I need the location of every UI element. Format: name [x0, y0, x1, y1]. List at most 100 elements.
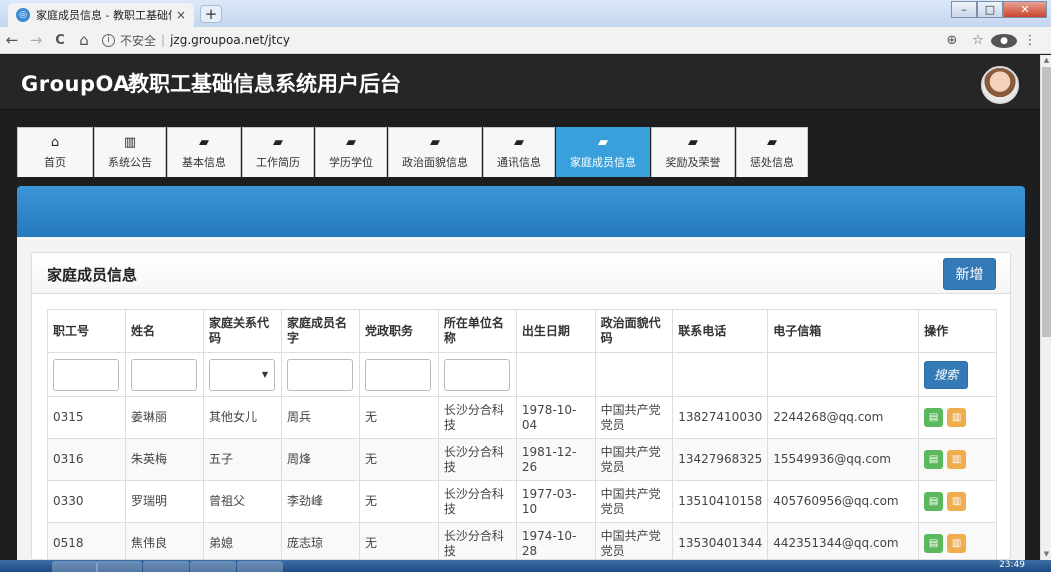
actions-cell: ▤ ▥	[918, 438, 997, 481]
new-tab-button[interactable]: +	[200, 5, 222, 23]
table-cell: 长沙分合科技	[437, 396, 517, 439]
filter-cell	[202, 352, 282, 397]
table-header-row: 职工号 姓名 家庭关系代码 家庭成员名字 党政职务 所在单位名称 出生日期 政治面貌代码 联系电…	[47, 309, 997, 353]
filter-input[interactable]	[286, 358, 353, 391]
panel-header: 家庭成员信息 新增	[32, 253, 1010, 294]
column-header: 联系电话	[672, 309, 769, 353]
search-button[interactable]: 搜索	[924, 360, 969, 389]
delete-icon[interactable]: ▥	[947, 492, 967, 511]
forward-icon[interactable]: →	[24, 31, 48, 49]
scrollbar-thumb[interactable]	[1042, 67, 1051, 337]
tab-label: 系统公告	[108, 155, 152, 169]
tab-0[interactable]: ⌂ 首页	[17, 127, 93, 177]
browser-toolbar: ← → C ⌂ i 不安全 | jzg.groupoa.net/jtcy ⊕ ☆…	[0, 27, 1051, 54]
filter-input[interactable]	[130, 358, 197, 391]
edit-icon[interactable]: ▤	[924, 408, 944, 427]
column-header: 出生日期	[515, 309, 596, 353]
book-icon: ▰	[688, 134, 698, 150]
delete-icon[interactable]: ▥	[947, 408, 967, 427]
scroll-up-icon[interactable]: ▲	[1041, 55, 1051, 66]
table-cell: 0315	[47, 396, 126, 439]
url-text[interactable]: jzg.groupoa.net/jtcy	[170, 33, 290, 47]
security-label: 不安全	[120, 33, 157, 48]
table-cell: 李劲峰	[280, 480, 360, 523]
taskbar-clock: 23:49	[999, 560, 1025, 570]
tab-label: 通讯信息	[497, 155, 541, 169]
table-cell: 405760956@qq.com	[767, 480, 920, 523]
table-cell: 中国共产党党员	[594, 480, 674, 523]
table-row: 0518 焦伟良 弟媳 庞志琼无长沙分合科技 1974-10-28 中国共产党党员 1353…	[47, 522, 997, 559]
table-cell: 无	[358, 522, 439, 559]
profile-icon[interactable]: ●	[991, 32, 1017, 48]
taskbar-item[interactable]	[237, 561, 283, 572]
add-button[interactable]: 新增	[943, 258, 996, 290]
browser-menu-icon[interactable]: ⋮	[1017, 33, 1043, 48]
column-header: 家庭成员名字	[280, 309, 360, 353]
taskbar-item[interactable]	[143, 561, 189, 572]
edit-icon[interactable]: ▤	[924, 492, 944, 511]
table-cell: 无	[358, 438, 439, 481]
table-cell: 五子	[202, 438, 282, 481]
home-icon[interactable]: ⌂	[72, 31, 96, 49]
tab-1[interactable]: ▥ 系统公告	[94, 127, 166, 177]
table-cell: 无	[358, 396, 439, 439]
taskbar-item[interactable]	[96, 561, 142, 572]
zoom-icon[interactable]: ⊕	[939, 33, 965, 48]
back-icon[interactable]: ←	[0, 31, 24, 49]
table-row: 0316 朱英梅 五子 周烽无长沙分合科技 1981-12-26 中国共产党党员 13427…	[47, 438, 997, 481]
column-header: 电子信箱	[767, 309, 920, 353]
book-icon: ▰	[273, 134, 283, 150]
filter-input[interactable]	[364, 358, 431, 391]
scroll-down-icon[interactable]: ▼	[1041, 549, 1051, 560]
relation-code-select[interactable]	[208, 358, 275, 391]
table-cell: 朱英梅	[124, 438, 204, 481]
user-avatar[interactable]	[981, 66, 1019, 104]
filter-cell	[594, 352, 674, 397]
taskbar-item[interactable]	[190, 561, 236, 572]
filter-cell	[437, 352, 517, 397]
book-icon: ▰	[767, 134, 777, 150]
tab-4[interactable]: ▰ 学历学位	[315, 127, 387, 177]
close-window-button[interactable]: ✕	[1003, 1, 1047, 18]
browser-tab[interactable]: ◎ 家庭成员信息 - 教职工基础信息系 ×	[8, 3, 194, 27]
tab-6[interactable]: ▰ 通讯信息	[483, 127, 555, 177]
column-header: 党政职务	[358, 309, 439, 353]
system-title: 教职工基础信息系统用户后台	[128, 72, 401, 96]
delete-icon[interactable]: ▥	[947, 450, 967, 469]
maximize-button[interactable]: □	[977, 1, 1003, 18]
minimize-button[interactable]: –	[951, 1, 977, 18]
tab-3[interactable]: ▰ 工作简历	[242, 127, 314, 177]
reload-icon[interactable]: C	[48, 33, 72, 48]
tab-9[interactable]: ▰ 惩处信息	[736, 127, 808, 177]
table-cell: 曾祖父	[202, 480, 282, 523]
page-scrollbar[interactable]: ▲ ▼	[1040, 55, 1051, 560]
tab-2[interactable]: ▰ 基本信息	[167, 127, 241, 177]
bookmark-star-icon[interactable]: ☆	[965, 33, 991, 48]
tab-5[interactable]: ▰ 政治面貌信息	[388, 127, 482, 177]
window-controls: – □ ✕	[951, 1, 1047, 18]
filter-cell	[47, 352, 126, 397]
filter-input[interactable]	[443, 358, 510, 391]
table-cell: 0330	[47, 480, 126, 523]
column-header: 所在单位名称	[437, 309, 517, 353]
table-cell: 13427968325	[672, 438, 769, 481]
family-members-panel: 家庭成员信息 新增 职工号 姓名 家庭关系代码 家庭成员名字 党政职务 所在单位名称 出生日…	[31, 252, 1011, 560]
filter-input[interactable]	[53, 358, 119, 391]
delete-icon[interactable]: ▥	[947, 534, 967, 553]
table-cell: 弟媳	[202, 522, 282, 559]
tab-8[interactable]: ▰ 奖励及荣誉	[651, 127, 735, 177]
edit-icon[interactable]: ▤	[924, 450, 944, 469]
info-icon[interactable]: i	[102, 33, 115, 47]
edit-icon[interactable]: ▤	[924, 534, 944, 553]
browser-titlebar: ◎ 家庭成员信息 - 教职工基础信息系 × + – □ ✕	[0, 0, 1051, 27]
module-tabs: ⌂ 首页 ▥ 系统公告 ▰ 基本信息 ▰ 工作简历 ▰ 学历学位 ▰ 政治面貌信息 ▰ 通讯信息 ▰ 家庭成员…	[17, 127, 809, 177]
taskbar-item[interactable]	[52, 561, 98, 572]
tab-7[interactable]: ▰ 家庭成员信息	[556, 127, 650, 177]
os-taskbar: 23:49	[0, 560, 1051, 572]
table-cell: 1974-10-28	[515, 522, 596, 559]
book-icon: ▰	[598, 134, 608, 150]
app-logo[interactable]: GroupOA®	[21, 72, 143, 96]
table-cell: 中国共产党党员	[594, 396, 674, 439]
tab-close-icon[interactable]: ×	[176, 8, 186, 22]
address-bar[interactable]: i 不安全 | jzg.groupoa.net/jtcy	[102, 32, 939, 49]
